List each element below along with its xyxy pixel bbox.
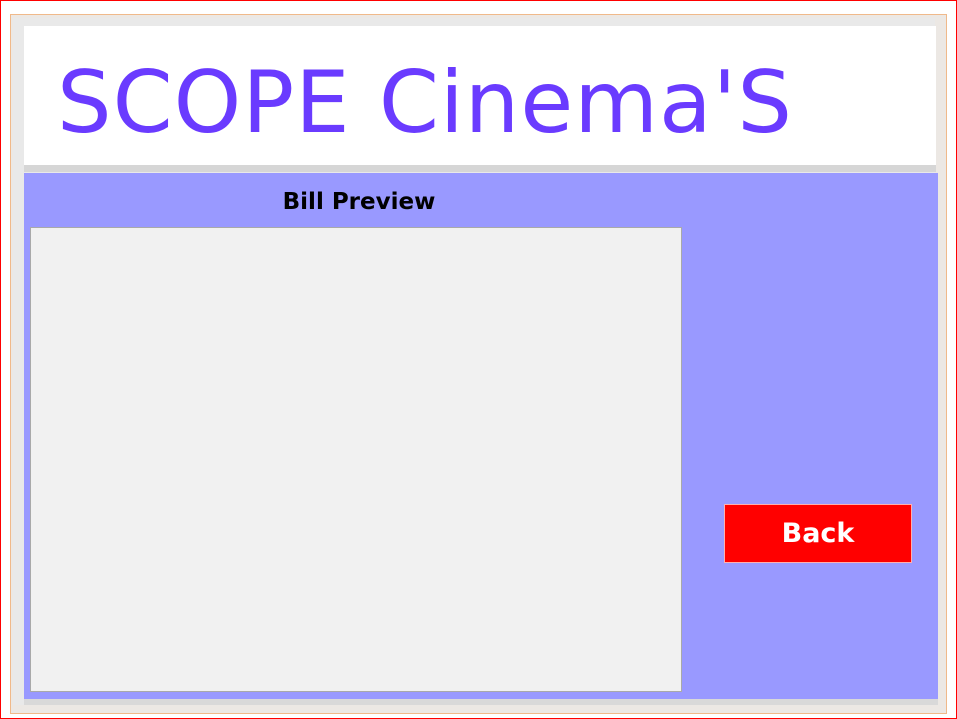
bottom-strip	[24, 699, 938, 705]
back-button[interactable]: Back	[724, 504, 912, 563]
header-panel: SCOPE Cinema'S	[24, 26, 936, 165]
bill-preview-area	[30, 227, 682, 692]
bill-content-panel: Bill Preview Back	[24, 173, 938, 699]
bill-preview-heading: Bill Preview	[282, 189, 436, 215]
brand-title: SCOPE Cinema'S	[57, 53, 793, 153]
header-divider	[24, 165, 936, 172]
